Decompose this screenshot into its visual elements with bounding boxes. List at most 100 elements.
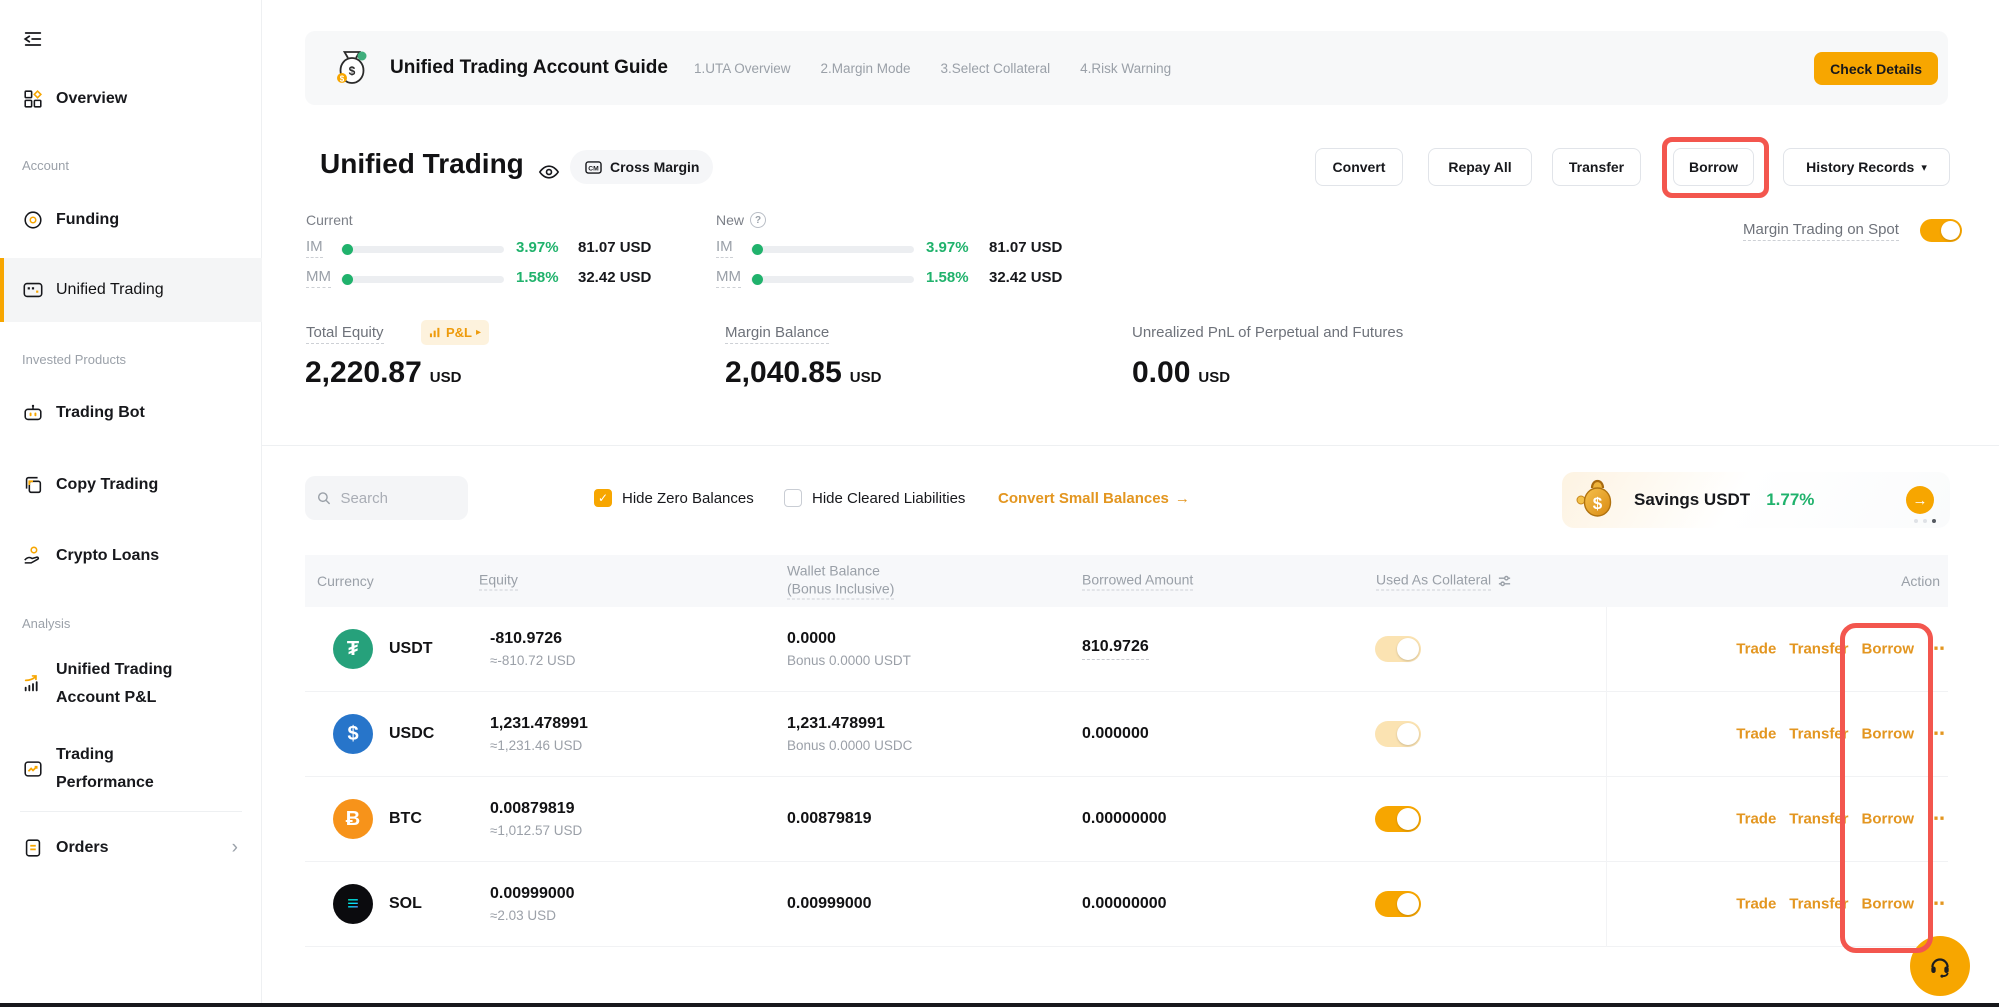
hide-cleared-liabilities-checkbox[interactable]: ✓: [784, 489, 802, 507]
pnl-chart-icon: [22, 673, 44, 695]
current-mm-usd: 32.42 USD: [578, 269, 651, 286]
repay-all-button[interactable]: Repay All: [1428, 148, 1532, 186]
check-details-button[interactable]: Check Details: [1814, 52, 1938, 85]
borrowed-cell: 0.00000000: [1082, 895, 1167, 913]
sidebar-item-crypto-loans[interactable]: Crypto Loans: [0, 534, 262, 578]
sidebar-item-overview[interactable]: Overview: [0, 77, 262, 121]
trade-link[interactable]: Trade: [1736, 726, 1776, 743]
money-bag-illustration-icon: $$: [329, 45, 375, 91]
convert-small-balances-label: Convert Small Balances: [998, 490, 1169, 507]
sidebar-item-uta-pnl[interactable]: Unified TradingAccount P&L: [0, 655, 262, 713]
toggle-balance-visibility[interactable]: [538, 161, 560, 188]
page-title: Unified Trading: [320, 148, 524, 180]
equity-value: 0.00999000: [490, 885, 575, 903]
carousel-dot[interactable]: [1932, 519, 1936, 523]
wallet-cell: 0.0000 Bonus 0.0000 USDT: [787, 630, 911, 668]
wallet-cell: 0.00879819: [787, 810, 872, 828]
sidebar-item-trading-bot[interactable]: Trading Bot: [0, 391, 262, 435]
collateral-toggle[interactable]: [1375, 636, 1421, 662]
margin-balance-value: 2,040.85: [725, 356, 842, 390]
equity-cell: 0.00999000 ≈2.03 USD: [490, 885, 575, 923]
equity-cell: 1,231.478991 ≈1,231.46 USD: [490, 715, 588, 753]
sliders-icon[interactable]: [1497, 574, 1512, 589]
collateral-toggle[interactable]: [1375, 806, 1421, 832]
collateral-toggle[interactable]: [1375, 721, 1421, 747]
sidebar-item-label: Unified TradingAccount P&L: [56, 656, 172, 712]
new-label-wrap: New ?: [716, 212, 766, 228]
margin-balance-label: Margin Balance: [725, 324, 829, 344]
sidebar-item-trading-performance[interactable]: TradingPerformance: [0, 740, 262, 798]
guide-step: 1.UTA Overview: [694, 61, 791, 76]
col-wallet-line2: (Bonus Inclusive): [787, 581, 894, 600]
wallet-balance-value: 1,231.478991: [787, 715, 885, 733]
history-records-button[interactable]: History Records ▾: [1783, 148, 1950, 186]
new-mm-bar: [751, 276, 914, 283]
transfer-button[interactable]: Transfer: [1552, 148, 1641, 186]
unrealized-pnl-value: 0.00: [1132, 356, 1190, 390]
equity-usd: ≈2.03 USD: [490, 908, 575, 923]
search-input[interactable]: [338, 489, 456, 508]
sidebar-section-analysis: Analysis: [22, 616, 70, 631]
guide-step: 4.Risk Warning: [1080, 61, 1171, 76]
sidebar-item-copy-trading[interactable]: Copy Trading: [0, 463, 262, 507]
equity-value: -810.9726: [490, 630, 562, 648]
wallet-bonus: Bonus 0.0000 USDC: [787, 738, 912, 753]
total-equity-value: 2,220.87: [305, 356, 422, 390]
sidebar-divider: [20, 811, 242, 812]
borrowed-amount: 810.9726: [1082, 638, 1149, 660]
trade-link[interactable]: Trade: [1736, 641, 1776, 658]
col-used-as-collateral[interactable]: Used As Collateral: [1376, 572, 1512, 591]
sidebar-collapse-button[interactable]: [22, 28, 44, 55]
orders-icon: [22, 837, 44, 859]
question-icon[interactable]: ?: [750, 212, 766, 228]
search-box[interactable]: [305, 476, 468, 520]
check-icon: ✓: [598, 491, 608, 505]
table-row: ₮ USDT -810.9726 ≈-810.72 USD 0.0000 Bon…: [305, 607, 1948, 692]
unrealized-pnl-value-wrap: 0.00 USD: [1132, 356, 1230, 390]
sidebar-item-orders[interactable]: Orders ›: [0, 826, 262, 870]
savings-banner[interactable]: $ Savings USDT 1.77% →: [1562, 472, 1950, 528]
wallet-balance-value: 0.0000: [787, 630, 836, 648]
carousel-dot[interactable]: [1914, 519, 1918, 523]
margin-trading-toggle[interactable]: [1920, 219, 1962, 242]
trade-link[interactable]: Trade: [1736, 896, 1776, 913]
sidebar: Overview Account Funding Unified Trading…: [0, 0, 262, 1007]
hide-zero-balances-checkbox[interactable]: ✓: [594, 489, 612, 507]
col-action: Action: [1901, 573, 1940, 589]
wallet-cell: 1,231.478991 Bonus 0.0000 USDC: [787, 715, 912, 753]
funding-icon: [22, 209, 44, 231]
pnl-badge[interactable]: P&L ▸: [421, 320, 489, 345]
svg-text:$: $: [1593, 494, 1603, 513]
sidebar-item-funding[interactable]: Funding: [0, 198, 262, 242]
copy-trading-icon: [22, 474, 44, 496]
col-wallet-balance[interactable]: Wallet Balance (Bonus Inclusive): [787, 563, 894, 600]
current-mm-bar: [341, 276, 504, 283]
coin-glyph: Ƀ: [346, 808, 360, 831]
new-im-bar: [751, 246, 914, 253]
col-equity[interactable]: Equity: [479, 572, 518, 591]
coin-glyph: ≡: [347, 893, 359, 916]
carousel-dots: [1914, 519, 1936, 523]
asset-table-header: Currency Equity Wallet Balance (Bonus In…: [305, 555, 1948, 607]
sidebar-item-unified-trading[interactable]: Unified Trading: [0, 258, 262, 322]
mm-label: MM: [716, 268, 741, 288]
mm-label: MM: [306, 268, 331, 288]
sidebar-item-label: Crypto Loans: [56, 543, 159, 569]
equity-cell: -810.9726 ≈-810.72 USD: [490, 630, 575, 668]
asset-table-body: ₮ USDT -810.9726 ≈-810.72 USD 0.0000 Bon…: [305, 607, 1948, 947]
collateral-toggle[interactable]: [1375, 891, 1421, 917]
trade-link[interactable]: Trade: [1736, 811, 1776, 828]
total-equity-value-wrap: 2,220.87 USD: [305, 356, 461, 390]
coin-icon: ≡: [333, 884, 373, 924]
savings-arrow-button[interactable]: →: [1906, 486, 1934, 514]
borrowed-cell: 0.00000000: [1082, 810, 1167, 828]
highlight-box-borrow-button: [1662, 137, 1769, 198]
margin-balance-value-wrap: 2,040.85 USD: [725, 356, 881, 390]
equity-value: 1,231.478991: [490, 715, 588, 733]
convert-small-balances-link[interactable]: Convert Small Balances →: [998, 490, 1190, 507]
carousel-dot[interactable]: [1923, 519, 1927, 523]
convert-button[interactable]: Convert: [1315, 148, 1403, 186]
margin-mode-badge[interactable]: CM Cross Margin: [570, 150, 713, 184]
col-borrowed-amount[interactable]: Borrowed Amount: [1082, 572, 1193, 591]
arrow-right-icon: →: [1175, 490, 1190, 507]
